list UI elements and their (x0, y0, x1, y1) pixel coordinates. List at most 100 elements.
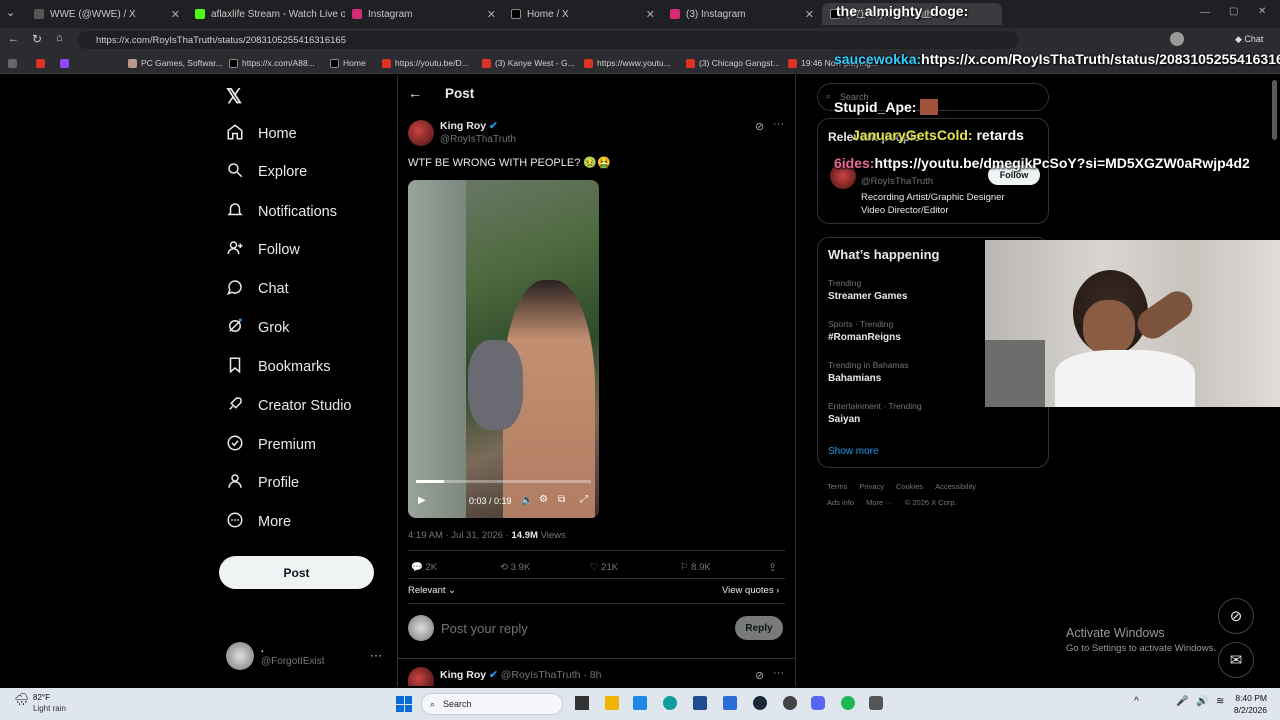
play-icon[interactable]: ▶ (418, 495, 426, 506)
spotify-icon[interactable] (841, 696, 855, 710)
footer-link[interactable]: More ··· (866, 498, 893, 507)
mail-icon[interactable] (723, 696, 737, 710)
pip-icon[interactable]: ⧉ (558, 494, 565, 505)
tab-wwe[interactable]: WWE (@WWE) / X ✕ (26, 3, 188, 25)
minimize-icon[interactable]: — (1200, 7, 1210, 18)
view-quotes-link[interactable]: View quotes › (722, 585, 779, 596)
footer-link[interactable]: Privacy (859, 482, 884, 491)
sidebar-item-creator-studio[interactable]: Creator Studio (226, 391, 352, 421)
grok-icon[interactable]: ⊘ (755, 120, 764, 133)
tab-kick[interactable]: aflaxlife Stream - Watch Live on Ki✕ (187, 3, 345, 25)
close-tab-icon[interactable]: ✕ (171, 8, 180, 21)
tab-list-icon[interactable]: ⌄ (6, 6, 15, 19)
tab-home-x[interactable]: Home / X ✕ (503, 3, 663, 25)
discord-icon[interactable] (811, 696, 825, 710)
footer-link[interactable]: Terms (827, 482, 847, 491)
reply-button[interactable]: Reply (735, 616, 783, 640)
close-tab-icon[interactable]: ✕ (646, 8, 655, 21)
bookmark-item[interactable]: PC Games, Softwar... (128, 55, 223, 71)
file-explorer-icon[interactable] (605, 696, 619, 710)
person-handle[interactable]: @RoyIsThaTruth (861, 176, 933, 187)
volume-icon[interactable]: 🔊 (1196, 696, 1208, 707)
edge-icon[interactable] (663, 696, 677, 710)
home-icon[interactable]: ⌂ (56, 32, 63, 44)
bookmark-action[interactable]: ⚐ 8.9K (680, 562, 711, 573)
copilot-chat-button[interactable]: ◆ Chat (1235, 34, 1263, 45)
scrollbar-thumb[interactable] (1272, 80, 1277, 140)
sidebar-item-more[interactable]: More (226, 507, 291, 537)
settings-icon[interactable] (869, 696, 883, 710)
account-more-icon[interactable]: ··· (370, 648, 382, 662)
footer-link[interactable]: Cookies (896, 482, 923, 491)
bookmark-item[interactable]: (3) Chicago Gangst... (686, 55, 780, 71)
author-handle[interactable]: @RoyIsThaTruth (440, 134, 516, 145)
grok-float-icon[interactable]: ⊘ (1218, 598, 1254, 634)
weather-desc[interactable]: Light rain (33, 704, 66, 713)
trend-item[interactable]: Trending in Bahamas Bahamians (828, 360, 908, 384)
steam-icon[interactable] (753, 696, 767, 710)
start-windows-icon[interactable] (396, 696, 412, 712)
x-logo-icon[interactable]: 𝕏 (226, 84, 242, 109)
volume-icon[interactable]: 🔈 (521, 495, 533, 506)
bookmark-item[interactable]: Home (330, 55, 366, 71)
sidebar-item-premium[interactable]: Premium (226, 430, 316, 460)
back-arrow-icon[interactable]: ← (408, 85, 422, 101)
fullscreen-icon[interactable]: ⤢ (580, 494, 588, 505)
show-more-link[interactable]: Show more (828, 446, 879, 457)
weather-temp[interactable]: 82°F (33, 693, 50, 702)
like-action[interactable]: ♡ 21K (590, 562, 618, 573)
sidebar-item-profile[interactable]: Profile (226, 468, 299, 498)
bookmark-item[interactable]: https://youtu.be/D... (382, 55, 469, 71)
network-icon[interactable]: ≋ (1216, 696, 1224, 707)
reply-author-avatar[interactable] (408, 667, 434, 686)
footer-link[interactable]: Ads info (827, 498, 854, 507)
clock-date[interactable]: 8/2/2026 (1227, 705, 1267, 715)
sidebar-item-explore[interactable]: Explore (226, 157, 307, 187)
repost-action[interactable]: ⟲ 3.9K (500, 562, 530, 573)
sidebar-item-bookmarks[interactable]: Bookmarks (226, 352, 331, 382)
tab-instagram[interactable]: Instagram ✕ (344, 3, 504, 25)
bookmark-item[interactable]: https://www.youtu... (584, 55, 671, 71)
taskbar-search[interactable]: ⌕ Search (421, 693, 563, 715)
sort-dropdown[interactable]: Relevant ⌄ (408, 585, 456, 596)
clock-time[interactable]: 8:40 PM (1231, 693, 1267, 703)
account-avatar[interactable] (226, 642, 254, 670)
url-input[interactable]: https://x.com/RoyIsThaTruth/status/20831… (78, 31, 1018, 49)
bookmark-item[interactable]: (3) Kanye West - G... (482, 55, 575, 71)
bookmark-apps[interactable] (8, 55, 17, 71)
profile-avatar[interactable] (1170, 32, 1184, 46)
reply-author-name[interactable]: King Roy ✔ @RoyIsThaTruth · 8h (440, 669, 601, 681)
close-tab-icon[interactable]: ✕ (487, 8, 496, 21)
footer-link[interactable]: Accessibility (935, 482, 976, 491)
maximize-icon[interactable]: ▢ (1229, 6, 1238, 17)
trend-item[interactable]: Entertainment · Trending Saiyan (828, 401, 922, 425)
grok-icon[interactable]: ⊘ (755, 669, 764, 682)
settings-gear-icon[interactable]: ⚙ (539, 494, 548, 505)
app-icon[interactable] (693, 696, 707, 710)
post-more-icon[interactable]: ··· (773, 118, 784, 130)
sidebar-item-grok[interactable]: Grok (226, 313, 289, 343)
sidebar-item-chat[interactable]: Chat (226, 274, 289, 304)
reload-icon[interactable]: ↻ (32, 32, 42, 46)
author-avatar[interactable] (408, 120, 434, 146)
back-icon[interactable]: ← (8, 33, 19, 45)
close-tab-icon[interactable]: ✕ (805, 8, 814, 21)
post-video[interactable]: ▶ 0:03 / 0:19 🔈 ⚙ ⧉ ⤢ (408, 180, 599, 518)
post-more-icon[interactable]: ··· (773, 667, 784, 679)
sidebar-item-notifications[interactable]: Notifications (226, 197, 337, 227)
post-button[interactable]: Post (219, 556, 374, 589)
app-icon[interactable] (783, 696, 797, 710)
tray-chevron-icon[interactable]: ^ (1134, 696, 1139, 707)
reply-action[interactable]: 💬 2K (411, 562, 437, 573)
reply-input[interactable]: Post your reply (441, 621, 528, 636)
trend-item[interactable]: Sports · Trending #RomanReigns (828, 319, 901, 343)
messages-float-icon[interactable]: ✉ (1218, 642, 1254, 678)
task-view-icon[interactable] (575, 696, 589, 710)
sidebar-item-follow[interactable]: Follow (226, 235, 300, 265)
bookmark-youtube[interactable] (36, 55, 45, 71)
close-window-icon[interactable]: ✕ (1258, 6, 1266, 17)
trend-item[interactable]: Trending Streamer Games (828, 278, 908, 302)
tab-instagram-3[interactable]: (3) Instagram ✕ (662, 3, 822, 25)
bookmark-twitch[interactable] (60, 55, 69, 71)
bookmark-item[interactable]: https://x.com/A88... (229, 55, 315, 71)
